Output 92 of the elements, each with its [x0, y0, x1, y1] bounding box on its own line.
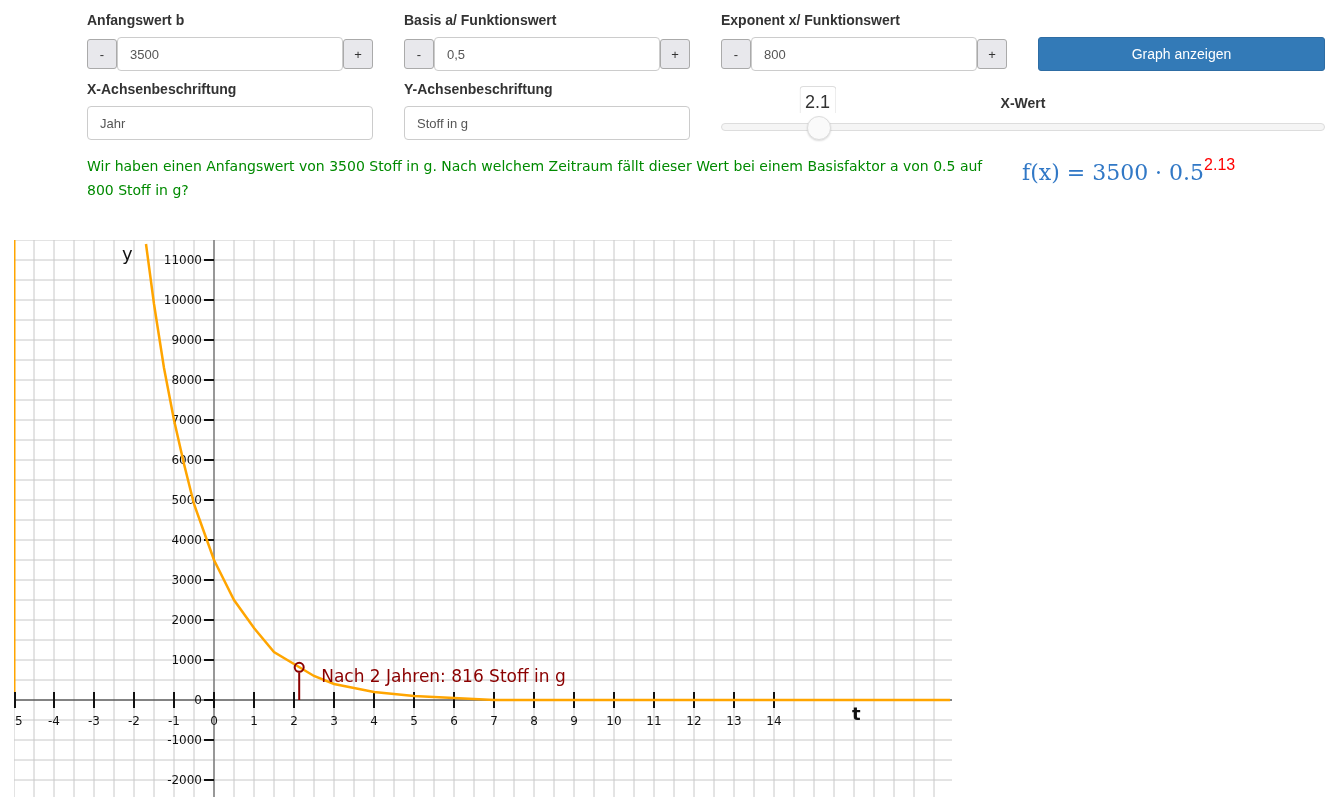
field-label: Basis a/ Funktionswert [404, 12, 558, 29]
x-tick [733, 691, 735, 709]
x-tick-label: 4 [370, 714, 378, 728]
x-tick [413, 691, 415, 709]
number-input[interactable]: 0,5 [434, 37, 660, 71]
y-tick-label: 9000 [171, 333, 202, 347]
x-tick-label: -2 [128, 714, 140, 728]
slider-label: X-Wert [1000, 95, 1046, 111]
x-tick [333, 691, 335, 709]
x-tick [293, 691, 295, 709]
y-tick-label: 10000 [163, 293, 202, 307]
x-tick-label: 14 [766, 714, 782, 728]
y-tick-label: 1000 [171, 653, 202, 667]
slider-track[interactable] [721, 116, 1325, 138]
y-tick [203, 259, 215, 261]
number-input[interactable]: 800 [751, 37, 977, 71]
x-tick [373, 691, 375, 709]
x-tick [773, 691, 775, 709]
point-annotation: Nach 2 Jahren: 816 Stoff in g [321, 666, 566, 687]
decrement-button[interactable]: - [404, 39, 434, 69]
field-label: Y-Achsenbeschriftung [404, 81, 554, 98]
x-tick [133, 691, 135, 709]
x-tick-label: 2 [290, 714, 298, 728]
increment-button[interactable]: + [660, 39, 690, 69]
x-tick-label: 11 [646, 714, 662, 728]
decrement-button[interactable]: - [87, 39, 117, 69]
y-tick [203, 779, 215, 781]
y-tick [203, 539, 215, 541]
y-tick [203, 579, 215, 581]
y-tick [203, 699, 215, 701]
y-tick [203, 339, 215, 341]
x-tick-label: 12 [686, 714, 702, 728]
x-tick-label: 5 [15, 714, 23, 728]
x-tick-label: 5 [410, 714, 418, 728]
x-tick-label: 9 [570, 714, 578, 728]
number-input[interactable]: 3500 [117, 37, 343, 71]
y-tick [203, 379, 215, 381]
x-tick [453, 691, 455, 709]
formula: f(x) = 3500 · 0.5$^{2.13}$ [1022, 155, 1236, 187]
x-tick [573, 691, 575, 709]
x-tick [53, 691, 55, 709]
slider-tooltip: 2.1 [799, 86, 837, 113]
y-tick-label: 2000 [171, 613, 202, 627]
y-tick-label: 3000 [171, 573, 202, 587]
show-graph-button[interactable]: Graph anzeigen [1038, 37, 1325, 71]
point-marker [293, 661, 305, 701]
y-tick-label: 8000 [171, 373, 202, 387]
y-tick [203, 739, 215, 741]
x-tick-label: -3 [88, 714, 100, 728]
x-tick [14, 691, 16, 709]
x-tick-label: 7 [490, 714, 498, 728]
text-input[interactable]: Jahr [87, 106, 373, 140]
y-tick-label: -2000 [167, 773, 202, 787]
x-tick [533, 691, 535, 709]
x-tick-label: -1 [168, 714, 180, 728]
x-tick [213, 691, 215, 709]
x-tick-label: 13 [726, 714, 742, 728]
x-axis-label: t [852, 703, 861, 724]
x-tick [93, 691, 95, 709]
x-tick-label: 6 [450, 714, 458, 728]
field-label: X-Achsenbeschriftung [87, 81, 238, 98]
x-tick [693, 691, 695, 709]
field-label: Exponent x/ Funktionswert [721, 12, 901, 29]
y-tick [203, 499, 215, 501]
y-tick [203, 659, 215, 661]
x-tick [653, 691, 655, 709]
x-tick [253, 691, 255, 709]
x-tick-label: 10 [606, 714, 622, 728]
y-tick-label: 0 [194, 693, 202, 707]
increment-button[interactable]: + [343, 39, 373, 69]
field-label: Anfangswert b [87, 12, 186, 29]
y-tick-label: 11000 [163, 253, 202, 267]
text-input[interactable]: Stoff in g [404, 106, 690, 140]
y-tick [203, 619, 215, 621]
x-tick [493, 691, 495, 709]
x-tick [613, 691, 615, 709]
x-tick [173, 691, 175, 709]
x-tick-label: 1 [250, 714, 258, 728]
x-tick-label: 0 [210, 714, 218, 728]
y-tick-label: -1000 [167, 733, 202, 747]
y-axis-label: y [122, 243, 133, 264]
x-tick-label: 3 [330, 714, 338, 728]
decrement-button[interactable]: - [721, 39, 751, 69]
y-tick [203, 299, 215, 301]
question-text: Wir haben einen Anfangswert von 3500 Stoff in g. Nach welchem Zeitraum fällt dieser Wert bei einem Basisfaktor a von 0.5 auf 800 Stoff in g? [87, 157, 984, 200]
x-tick-label: 8 [530, 714, 538, 728]
x-tick-label: -4 [48, 714, 60, 728]
increment-button[interactable]: + [977, 39, 1007, 69]
y-tick [203, 419, 215, 421]
y-tick [203, 459, 215, 461]
slider-thumb[interactable] [806, 116, 831, 140]
y-tick-label: 4000 [171, 533, 202, 547]
